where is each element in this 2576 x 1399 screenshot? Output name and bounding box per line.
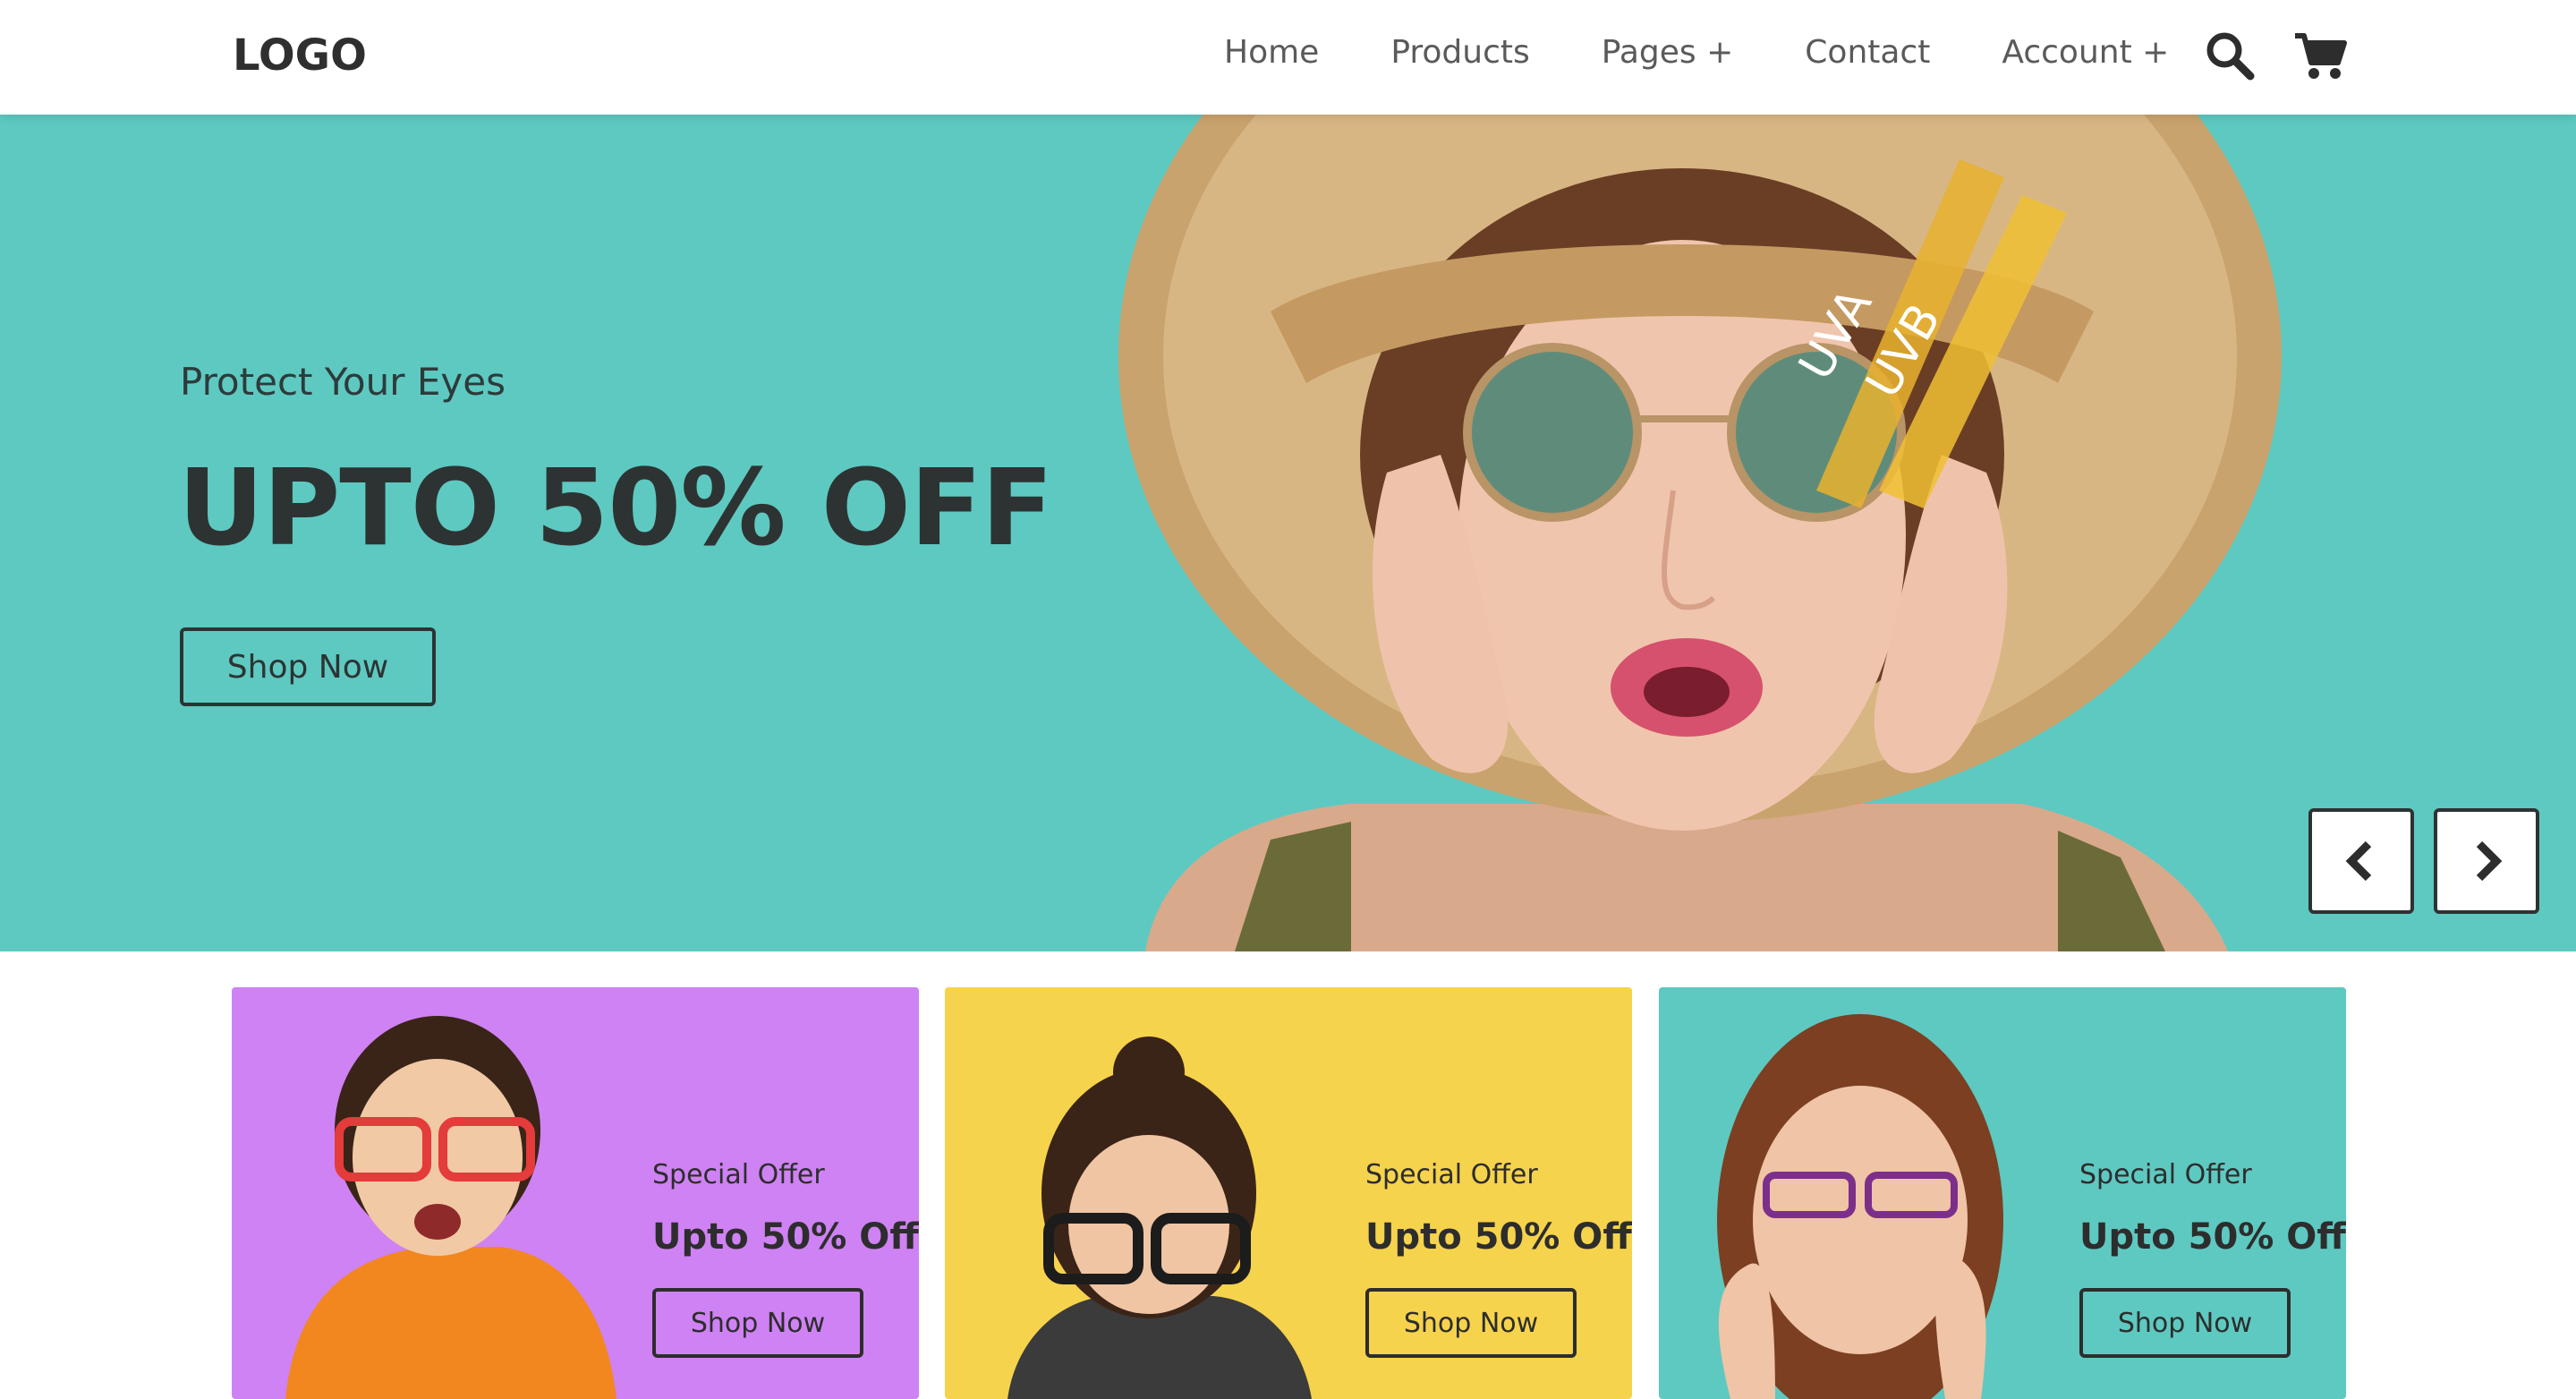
- offer-card-2: Special Offer Upto 50% Off Shop Now: [945, 987, 1632, 1399]
- cart-icon[interactable]: [2293, 30, 2347, 84]
- offer-label-3: Special Offer: [2079, 1159, 2252, 1190]
- nav-menu: Home Products Pages + Contact Account +: [1224, 34, 2240, 71]
- offer-title-2: Upto 50% Off: [1365, 1216, 1632, 1258]
- offer-shop-now-button-1[interactable]: Shop Now: [652, 1288, 863, 1358]
- hero-shop-now-button[interactable]: Shop Now: [180, 627, 436, 706]
- carousel-next-button[interactable]: [2434, 808, 2539, 914]
- offer-card-1: Special Offer Upto 50% Off Shop Now: [232, 987, 919, 1399]
- offer-shop-now-button-3[interactable]: Shop Now: [2079, 1288, 2291, 1358]
- nav-link-account[interactable]: Account +: [2002, 34, 2169, 71]
- offer-shop-now-button-2[interactable]: Shop Now: [1365, 1288, 1577, 1358]
- nav-link-contact[interactable]: Contact: [1805, 34, 1930, 71]
- nav-link-products[interactable]: Products: [1390, 34, 1529, 71]
- hero-title: UPTO 50% OFF: [178, 446, 1053, 569]
- nav-link-pages[interactable]: Pages +: [1602, 34, 1734, 71]
- offer-label-2: Special Offer: [1365, 1159, 1538, 1190]
- carousel-prev-button[interactable]: [2308, 808, 2414, 914]
- chevron-right-icon: [2476, 840, 2503, 882]
- chevron-left-icon: [2345, 840, 2372, 882]
- hero-subtitle: Protect Your Eyes: [180, 360, 506, 404]
- offer-label-1: Special Offer: [652, 1159, 825, 1190]
- offer-card-3: Special Offer Upto 50% Off Shop Now: [1659, 987, 2346, 1399]
- navbar: LOGO Home Products Pages + Contact Accou…: [0, 0, 2576, 115]
- offer-title-1: Upto 50% Off: [652, 1216, 919, 1258]
- search-icon[interactable]: [2205, 30, 2255, 84]
- hero-image: UVA UVB: [1118, 115, 2282, 951]
- hero-banner: Protect Your Eyes UPTO 50% OFF Shop Now …: [0, 115, 2576, 951]
- logo[interactable]: LOGO: [233, 30, 367, 81]
- nav-link-home[interactable]: Home: [1224, 34, 1319, 71]
- offer-title-3: Upto 50% Off: [2079, 1216, 2346, 1258]
